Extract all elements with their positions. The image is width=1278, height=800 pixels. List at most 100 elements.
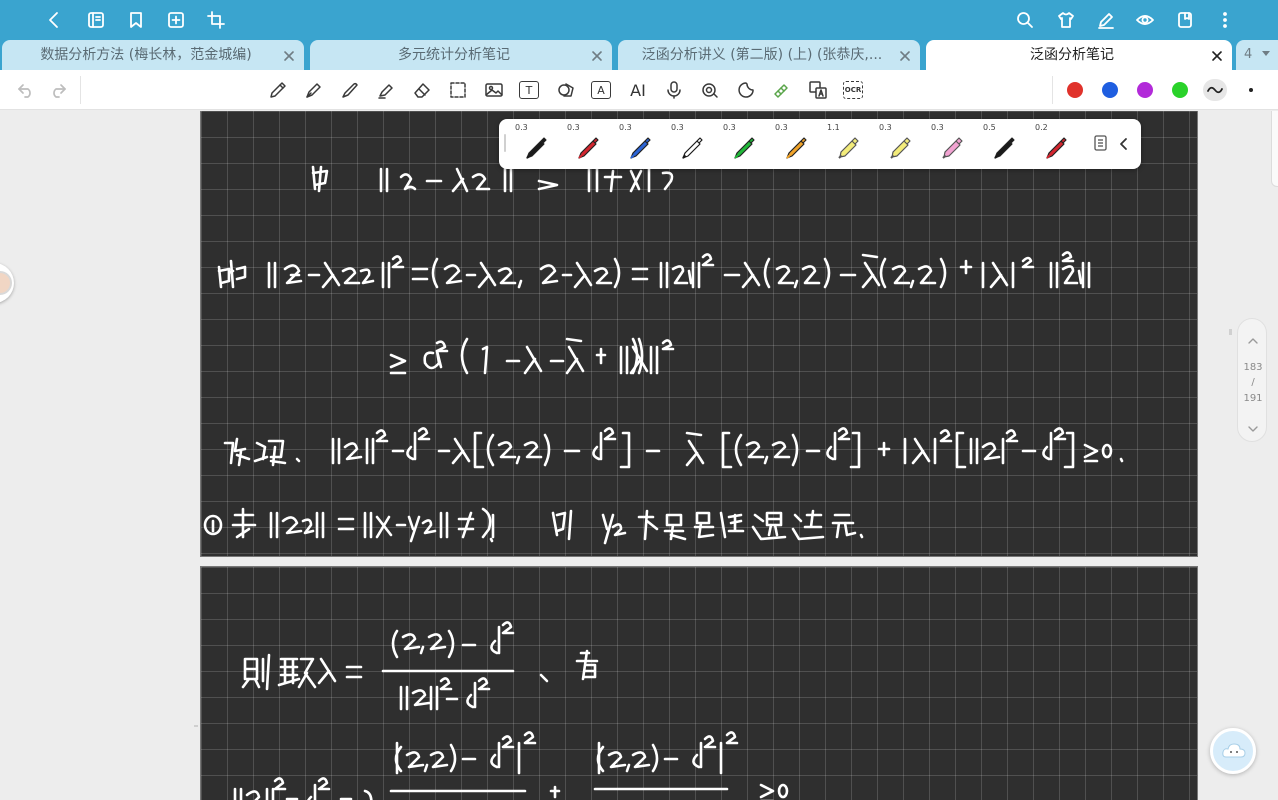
color-swatch-red[interactable] bbox=[1067, 82, 1083, 98]
redo-icon[interactable] bbox=[49, 81, 67, 99]
shapes-icon[interactable] bbox=[555, 79, 577, 101]
audio-note-icon[interactable] bbox=[699, 79, 721, 101]
color-swatch-purple[interactable] bbox=[1137, 82, 1153, 98]
pen-preset[interactable]: 0.3 bbox=[717, 119, 769, 169]
tab-label: 数据分析方法 (梅长林，范金城编) bbox=[40, 47, 252, 63]
edit-pen-icon[interactable] bbox=[1094, 8, 1118, 32]
text-recognition-icon[interactable]: A bbox=[591, 81, 611, 99]
assistant-avatar[interactable] bbox=[0, 263, 14, 303]
toolbar-divider bbox=[80, 76, 81, 104]
text-box-icon[interactable]: T bbox=[519, 81, 539, 99]
pen-preset[interactable]: 0.3 bbox=[665, 119, 717, 169]
pen-icon bbox=[526, 137, 547, 159]
highlighter-icon[interactable] bbox=[375, 79, 397, 101]
pen-preset[interactable]: 0.5 bbox=[977, 119, 1029, 169]
pen-size-label: 0.3 bbox=[931, 123, 944, 132]
color-swatch-green[interactable] bbox=[1172, 82, 1188, 98]
note-page[interactable] bbox=[200, 566, 1198, 800]
lasso-select-icon[interactable] bbox=[447, 79, 469, 101]
pen-preset[interactable]: 0.3 bbox=[925, 119, 977, 169]
total-page-count: 191 bbox=[1243, 393, 1263, 404]
pen-icon bbox=[630, 137, 651, 159]
back-icon[interactable] bbox=[42, 8, 66, 32]
ai-icon[interactable]: AI bbox=[627, 79, 649, 101]
ocr-icon[interactable]: OCR bbox=[843, 81, 863, 99]
translate-icon[interactable] bbox=[807, 79, 829, 101]
chevron-down-icon[interactable] bbox=[1247, 419, 1259, 432]
stroke-style-button[interactable] bbox=[1203, 79, 1227, 101]
pen-preset[interactable]: 0.3 bbox=[873, 119, 925, 169]
tab-bar: 数据分析方法 (梅长林，范金城编) 多元统计分析笔记 泛函分析讲义 (第二版) … bbox=[0, 40, 1278, 70]
pen-size-label: 1.1 bbox=[827, 123, 840, 132]
crop-icon[interactable] bbox=[204, 8, 228, 32]
more-vert-icon[interactable] bbox=[1213, 8, 1237, 32]
pen-preset[interactable]: 0.2 bbox=[1029, 119, 1081, 169]
ai-assistant-bubble[interactable] bbox=[1210, 728, 1256, 774]
pen-preset[interactable]: 0.3 bbox=[613, 119, 665, 169]
tab-label: 泛函分析笔记 bbox=[1030, 47, 1114, 63]
ocr-label: OCR bbox=[844, 86, 862, 94]
tab-label: 多元统计分析笔记 bbox=[398, 47, 510, 63]
note-tab-icon[interactable] bbox=[1173, 8, 1197, 32]
eye-icon[interactable] bbox=[1133, 8, 1157, 32]
pen-size-label: 0.2 bbox=[1035, 123, 1048, 132]
microphone-icon[interactable] bbox=[663, 79, 685, 101]
note-canvas[interactable]: 0.3 0.3 0.3 0.3 0.3 0.3 1.1 0.3 0.3 0.5 0.2 bbox=[0, 111, 1278, 800]
text-box-label: T bbox=[525, 83, 533, 97]
page-separator: / bbox=[1251, 377, 1255, 388]
drag-handle[interactable] bbox=[504, 134, 506, 152]
notebook-icon[interactable] bbox=[84, 8, 108, 32]
pen-icon bbox=[994, 137, 1015, 159]
eraser-icon[interactable] bbox=[411, 79, 433, 101]
pen-size-label: 0.3 bbox=[515, 123, 528, 132]
note-page[interactable]: 0.3 0.3 0.3 0.3 0.3 0.3 1.1 0.3 0.3 0.5 0.2 bbox=[200, 111, 1198, 557]
image-icon[interactable] bbox=[483, 79, 505, 101]
search-icon[interactable] bbox=[1013, 8, 1037, 32]
highlighter-icon bbox=[838, 137, 859, 159]
tab-data-analysis[interactable]: 数据分析方法 (梅长林，范金城编) bbox=[2, 40, 304, 70]
fountain-pen-icon[interactable] bbox=[303, 79, 325, 101]
close-icon[interactable] bbox=[590, 48, 604, 62]
pen-size-label: 0.3 bbox=[671, 123, 684, 132]
pen-preset[interactable]: 0.3 bbox=[509, 119, 561, 169]
pen-size-label: 0.3 bbox=[567, 123, 580, 132]
highlighter-icon bbox=[890, 137, 911, 159]
stroke-size-button[interactable] bbox=[1249, 88, 1253, 92]
pen-icon bbox=[682, 137, 703, 159]
top-app-bar bbox=[0, 0, 1278, 40]
close-icon[interactable] bbox=[282, 48, 296, 62]
side-panel-handle[interactable] bbox=[1271, 111, 1278, 187]
tab-multivariate-stats[interactable]: 多元统计分析笔记 bbox=[310, 40, 612, 70]
pencil-icon[interactable] bbox=[267, 79, 289, 101]
text-recognition-label: A bbox=[597, 83, 605, 97]
add-page-icon[interactable] bbox=[164, 8, 188, 32]
handwritten-ink bbox=[233, 621, 789, 800]
ai-label: AI bbox=[630, 80, 646, 100]
current-page-number: 183 bbox=[1243, 362, 1263, 373]
chevron-up-icon[interactable] bbox=[1247, 331, 1259, 344]
margin-mark bbox=[194, 725, 198, 727]
pen-size-label: 0.3 bbox=[619, 123, 632, 132]
laser-pointer-icon[interactable] bbox=[771, 79, 793, 101]
pen-size-label: 0.3 bbox=[775, 123, 788, 132]
theme-shirt-icon[interactable] bbox=[1054, 8, 1078, 32]
scroll-marker bbox=[1229, 329, 1232, 335]
pen-preset[interactable]: 0.3 bbox=[561, 119, 613, 169]
close-icon[interactable] bbox=[898, 48, 912, 62]
pen-preset[interactable]: 1.1 bbox=[821, 119, 873, 169]
color-swatch-blue[interactable] bbox=[1102, 82, 1118, 98]
pen-icon bbox=[578, 137, 599, 159]
pen-icon[interactable] bbox=[339, 79, 361, 101]
tab-functional-analysis-notes[interactable]: 泛函分析笔记 bbox=[926, 40, 1232, 70]
collapse-chevron-left-icon[interactable] bbox=[1118, 136, 1130, 150]
handwritten-ink bbox=[203, 165, 1124, 545]
pen-preset[interactable]: 0.3 bbox=[769, 119, 821, 169]
bookmark-icon[interactable] bbox=[124, 8, 148, 32]
pen-presets-icon[interactable] bbox=[1093, 134, 1109, 152]
sticker-icon[interactable] bbox=[735, 79, 757, 101]
page-indicator[interactable]: 183 / 191 bbox=[1237, 318, 1267, 442]
tab-count-dropdown[interactable]: 4 bbox=[1236, 40, 1278, 70]
close-icon[interactable] bbox=[1210, 48, 1224, 62]
undo-icon[interactable] bbox=[17, 81, 35, 99]
tab-functional-analysis-lectures[interactable]: 泛函分析讲义 (第二版) (上) (张恭庆,... bbox=[618, 40, 920, 70]
